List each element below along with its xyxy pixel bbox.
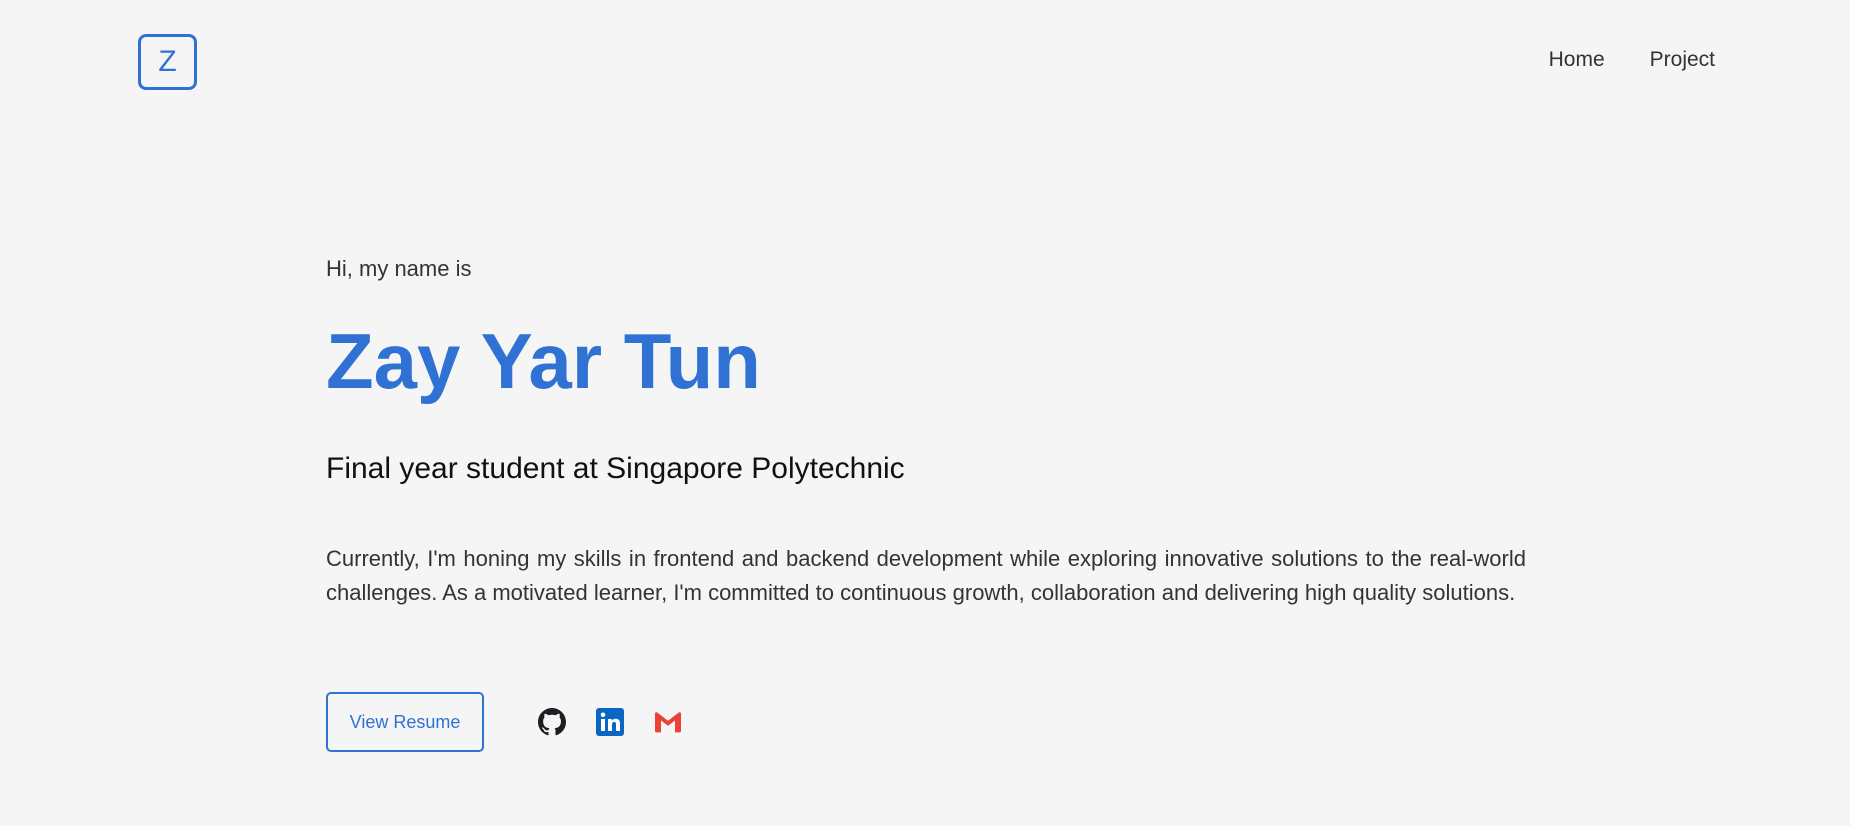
- linkedin-icon: [596, 708, 624, 736]
- greeting-text: Hi, my name is: [326, 256, 472, 281]
- hero-description: Currently, I'm honing my skills in front…: [326, 546, 1526, 605]
- hero-name: Zay Yar Tun: [326, 317, 761, 405]
- nav-project-link[interactable]: Project: [1650, 48, 1715, 72]
- gmail-link[interactable]: [654, 708, 682, 736]
- social-links: [538, 708, 682, 736]
- top-nav: Home Project: [1549, 48, 1715, 72]
- logo-letter: Z: [158, 45, 177, 78]
- hero-actions: View Resume: [326, 692, 682, 752]
- hero-subtitle: Final year student at Singapore Polytech…: [326, 452, 905, 485]
- nav-home-link[interactable]: Home: [1549, 48, 1605, 72]
- gmail-icon: [654, 708, 682, 736]
- linkedin-link[interactable]: [596, 708, 624, 736]
- logo[interactable]: Z: [138, 34, 197, 90]
- github-icon: [538, 708, 566, 736]
- view-resume-button[interactable]: View Resume: [326, 692, 484, 752]
- page: Z Home Project Hi, my name is Zay Yar Tu…: [0, 0, 1850, 826]
- github-link[interactable]: [538, 708, 566, 736]
